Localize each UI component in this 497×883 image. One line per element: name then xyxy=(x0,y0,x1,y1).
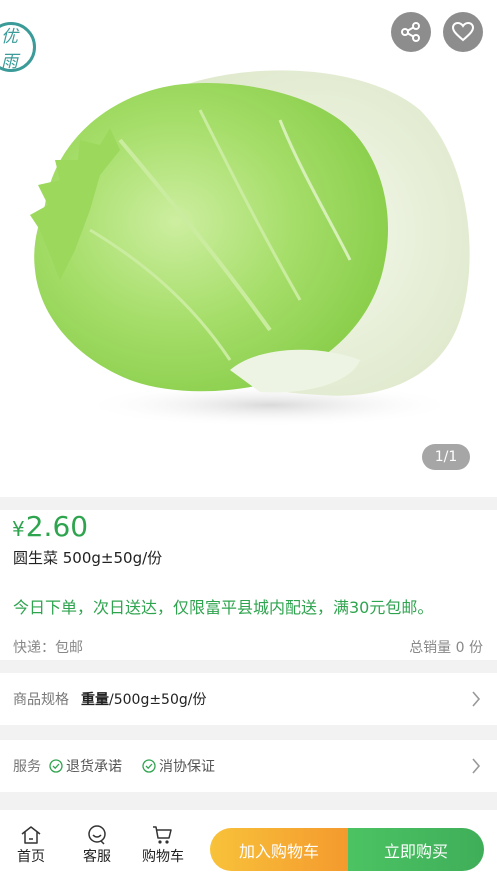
check-circle-icon xyxy=(49,759,63,773)
nav-service-label: 客服 xyxy=(83,849,111,865)
nav-customer-service[interactable]: 客服 xyxy=(72,824,122,866)
service-item-return: 退货承诺 xyxy=(49,756,122,776)
brand-logo: 优雨 xyxy=(0,22,36,72)
share-button[interactable] xyxy=(391,12,431,52)
home-icon xyxy=(20,824,42,846)
service-label: 服务 xyxy=(13,759,41,775)
favorite-button[interactable] xyxy=(443,12,483,52)
share-icon xyxy=(401,22,420,42)
nav-home-label: 首页 xyxy=(17,849,45,865)
service-item-label: 消协保证 xyxy=(159,759,215,775)
buy-now-button[interactable]: 立即购买 xyxy=(348,828,484,871)
check-circle-icon xyxy=(142,759,156,773)
lettuce-image xyxy=(30,70,470,427)
bottom-action-bar: 首页 客服 购物车 加入购物车 立即购买 xyxy=(0,810,497,883)
product-info-card: ¥2.60 圆生菜 500g±50g/份 今日下单，次日送达，仅限富平县城内配送… xyxy=(0,510,497,660)
delivery-promo-text: 今日下单，次日送达，仅限富平县城内配送，满30元包邮。 xyxy=(13,598,434,617)
nav-cart[interactable]: 购物车 xyxy=(138,824,188,866)
spec-selector-row[interactable]: 商品规格 重量/500g±50g/份 xyxy=(0,673,497,725)
service-item-label: 退货承诺 xyxy=(66,759,122,775)
product-name: 圆生菜 500g±50g/份 xyxy=(13,549,163,567)
image-counter: 1/1 xyxy=(422,444,470,470)
total-sales: 总销量 0 份 xyxy=(409,640,483,656)
chevron-right-icon xyxy=(472,691,481,707)
nav-home[interactable]: 首页 xyxy=(6,824,56,866)
nav-cart-label: 购物车 xyxy=(142,849,184,865)
brand-logo-text: 优雨 xyxy=(1,27,18,72)
product-price: ¥2.60 xyxy=(12,510,88,546)
service-item-guarantee: 消协保证 xyxy=(142,756,215,776)
shipping-info: 快递：包邮 xyxy=(13,640,83,656)
spec-value-rest: /500g±50g/份 xyxy=(109,692,207,708)
heart-icon xyxy=(452,22,474,42)
spec-label: 商品规格 xyxy=(13,692,69,708)
price-value: 2.60 xyxy=(25,510,89,543)
chevron-right-icon xyxy=(472,758,481,774)
service-row[interactable]: 服务 退货承诺 消协保证 xyxy=(0,740,497,792)
spec-value: 重量/500g±50g/份 xyxy=(81,689,206,709)
cart-icon xyxy=(152,824,174,846)
spec-value-bold: 重量 xyxy=(81,692,109,708)
add-to-cart-button[interactable]: 加入购物车 xyxy=(210,828,348,871)
product-image-gallery[interactable]: 优雨 1/1 xyxy=(0,0,497,497)
chat-icon xyxy=(86,824,108,846)
currency-symbol: ¥ xyxy=(12,517,25,541)
